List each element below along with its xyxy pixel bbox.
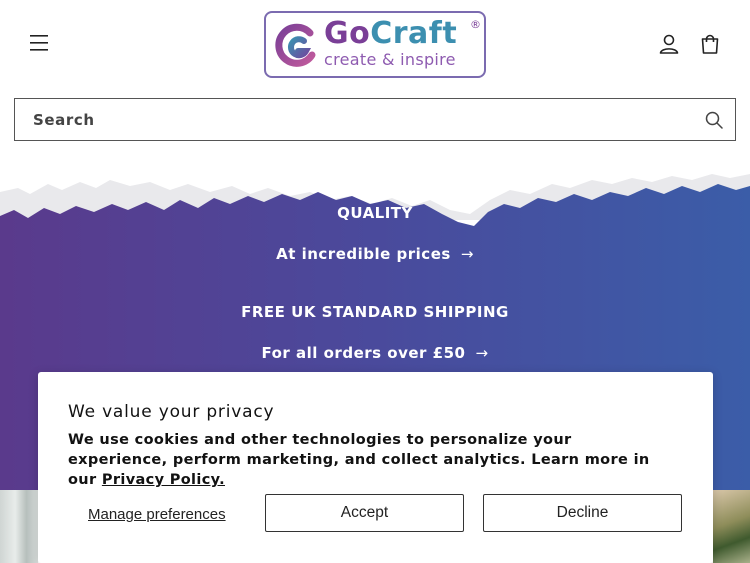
logo-tagline: create & inspire	[324, 50, 456, 69]
account-icon[interactable]	[658, 33, 680, 55]
accept-button[interactable]: Accept	[265, 494, 464, 532]
logo-wordmark: GoCraft	[324, 16, 458, 51]
product-image-left	[0, 490, 38, 563]
arrow-right-icon: →	[460, 245, 474, 263]
privacy-policy-link[interactable]: Privacy Policy.	[102, 472, 225, 488]
hero-link-prices-label: At incredible prices	[276, 245, 451, 263]
arrow-right-icon: →	[475, 344, 489, 362]
hamburger-menu-icon[interactable]	[27, 31, 51, 55]
manage-preferences-button[interactable]: Manage preferences	[88, 502, 228, 526]
search-icon[interactable]	[704, 110, 724, 130]
gocraft-logo[interactable]: GoCraft ® create & inspire	[264, 11, 486, 78]
cart-icon[interactable]	[699, 33, 721, 55]
hero-link-prices[interactable]: At incredible prices →	[0, 245, 750, 263]
site-header: GoCraft ® create & inspire	[0, 0, 750, 90]
cookie-banner-body: We use cookies and other technologies to…	[68, 430, 668, 490]
search-bar	[14, 98, 736, 141]
gocraft-logo-mark-icon	[275, 23, 316, 67]
cookie-banner-title: We value your privacy	[68, 402, 275, 422]
cookie-consent-banner: We value your privacy We use cookies and…	[38, 372, 713, 563]
hero-link-shipping[interactable]: For all orders over £50 →	[0, 344, 750, 362]
search-input[interactable]	[33, 107, 673, 133]
hero-link-shipping-label: For all orders over £50	[261, 344, 466, 362]
decline-button[interactable]: Decline	[483, 494, 682, 532]
product-image-right	[713, 490, 750, 563]
hero-heading-shipping: FREE UK STANDARD SHIPPING	[241, 303, 509, 321]
hero-heading-quality: QUALITY	[337, 204, 413, 222]
registered-mark: ®	[470, 18, 481, 31]
